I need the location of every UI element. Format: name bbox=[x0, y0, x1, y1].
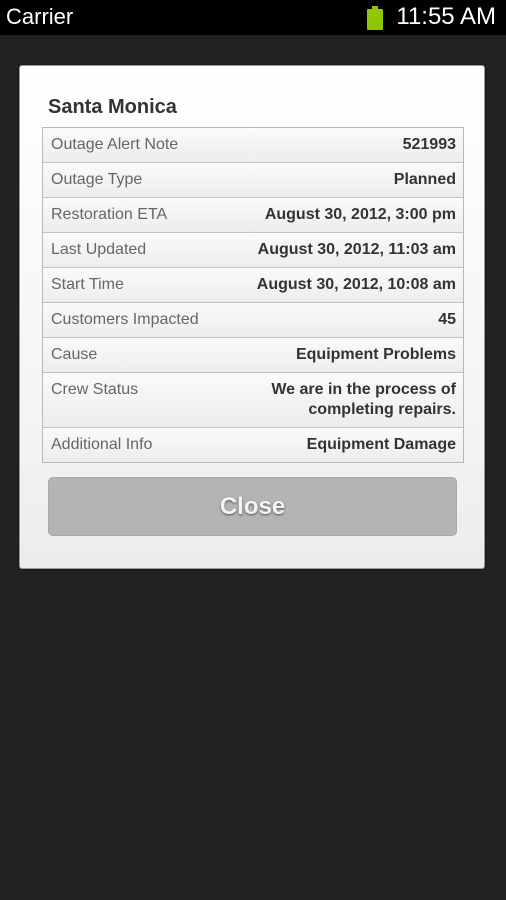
row-customers-impacted: Customers Impacted 45 bbox=[43, 302, 463, 337]
row-value: August 30, 2012, 11:03 am bbox=[257, 241, 456, 258]
close-button[interactable]: Close bbox=[48, 477, 457, 536]
row-additional-info: Additional Info Equipment Damage bbox=[43, 427, 463, 462]
row-restoration-eta: Restoration ETA August 30, 2012, 3:00 pm bbox=[43, 197, 463, 232]
row-value: We are in the process of completing repa… bbox=[271, 381, 456, 418]
row-label: Cause bbox=[51, 346, 98, 363]
row-label: Outage Alert Note bbox=[51, 136, 179, 153]
row-value: 521993 bbox=[402, 136, 456, 153]
status-bar: Carrier 11:55 AM bbox=[0, 0, 506, 35]
row-start-time: Start Time August 30, 2012, 10:08 am bbox=[43, 267, 463, 302]
row-label: Start Time bbox=[51, 276, 124, 293]
row-label: Customers Impacted bbox=[51, 311, 199, 328]
row-value: Planned bbox=[393, 171, 456, 188]
row-value: Equipment Damage bbox=[306, 436, 456, 453]
row-last-updated: Last Updated August 30, 2012, 11:03 am bbox=[43, 232, 463, 267]
row-label: Last Updated bbox=[51, 241, 147, 258]
row-label: Crew Status bbox=[51, 381, 139, 398]
carrier-label: Carrier bbox=[6, 4, 74, 29]
row-outage-type: Outage Type Planned bbox=[43, 162, 463, 197]
outage-details-table: Outage Alert Note 521993 Outage Type Pla… bbox=[42, 127, 464, 463]
row-label: Outage Type bbox=[51, 171, 143, 188]
row-label: Restoration ETA bbox=[51, 206, 168, 223]
row-value: Equipment Problems bbox=[295, 346, 456, 363]
battery-icon bbox=[367, 6, 383, 30]
row-cause: Cause Equipment Problems bbox=[43, 337, 463, 372]
row-value: August 30, 2012, 10:08 am bbox=[256, 276, 456, 293]
outage-details-dialog: Santa Monica Outage Alert Note 521993 Ou… bbox=[19, 65, 485, 569]
row-outage-alert-note: Outage Alert Note 521993 bbox=[43, 128, 463, 162]
row-label: Additional Info bbox=[51, 436, 153, 453]
row-value: August 30, 2012, 3:00 pm bbox=[264, 206, 456, 223]
dialog-title: Santa Monica bbox=[48, 96, 177, 118]
clock: 11:55 AM bbox=[396, 3, 496, 30]
row-crew-status: Crew Status We are in the process of com… bbox=[43, 372, 463, 427]
row-value: 45 bbox=[438, 311, 456, 328]
